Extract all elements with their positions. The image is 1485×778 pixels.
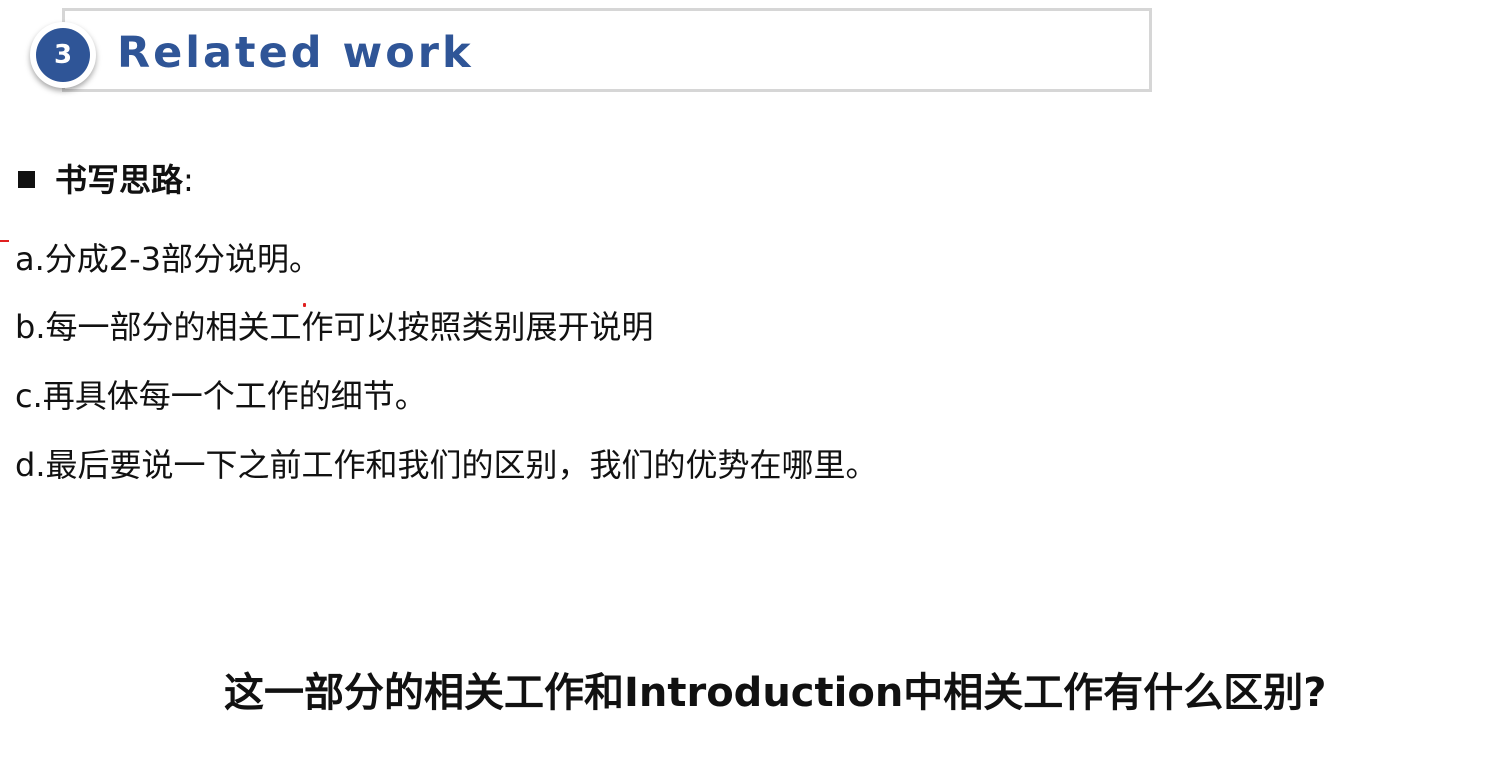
annotation-mark: [0, 240, 9, 242]
subheading: 书写思路:: [18, 158, 194, 202]
square-bullet-icon: [18, 170, 35, 188]
question-text: 这一部分的相关工作和Introduction中相关工作有什么区别?: [224, 670, 1327, 716]
list-item: c.再具体每一个工作的细节。: [15, 377, 427, 415]
section-title: Related work: [117, 28, 474, 78]
subheading-label: 书写思路: [55, 161, 184, 199]
list-item: a.分成2-3部分说明。: [15, 240, 322, 278]
list-item: d.最后要说一下之前工作和我们的区别，我们的优势在哪里。: [15, 446, 878, 484]
list-item: b.每一部分的相关工作可以按照类别展开说明: [15, 308, 654, 346]
subheading-colon: :: [183, 161, 194, 199]
section-number-badge: 3: [30, 22, 96, 88]
section-number: 3: [36, 28, 90, 82]
